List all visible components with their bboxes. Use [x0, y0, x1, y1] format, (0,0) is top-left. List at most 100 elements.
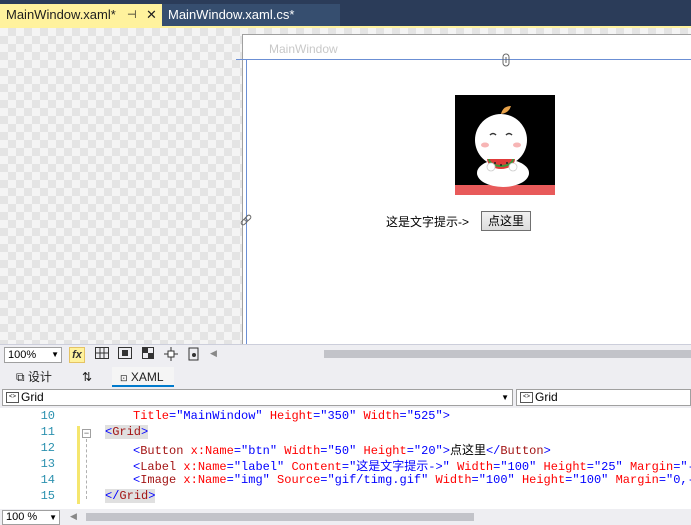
code-line[interactable]: <Label x:Name="label" Content="这是文字提示->"… — [133, 457, 691, 474]
code-token: = — [658, 473, 667, 487]
element-icon: <> — [520, 392, 533, 403]
code-token: Label — [140, 460, 177, 474]
code-token: Grid — [112, 425, 142, 439]
code-token: "100" — [478, 473, 515, 487]
code-token: Button — [140, 444, 184, 458]
code-token: = — [399, 409, 407, 423]
checker-background-icon[interactable] — [140, 347, 156, 363]
code-token: Title — [133, 409, 170, 423]
pin-icon[interactable]: ⊣ — [127, 4, 137, 26]
swap-panes-icon[interactable]: ⇅ — [82, 367, 92, 387]
scroll-left-icon[interactable]: ◀ — [210, 348, 217, 359]
code-token: = — [341, 460, 350, 474]
code-token: Height — [514, 473, 566, 487]
element-type-select[interactable]: <> Grid ▼ — [2, 389, 513, 406]
snap-lines-icon[interactable] — [163, 347, 179, 363]
code-token: "label" — [233, 460, 285, 474]
change-indicator-bar — [77, 426, 80, 504]
code-token: Width — [356, 409, 400, 423]
code-token: Source — [269, 473, 321, 487]
tab-mainwindow-xaml[interactable]: MainWindow.xaml* ⊣ ✕ — [0, 4, 162, 26]
line-number: 10 — [40, 409, 55, 423]
window-title: MainWindow — [269, 42, 338, 56]
grid-guide-horizontal — [236, 59, 691, 60]
image-control[interactable] — [455, 95, 555, 195]
code-token: Height — [356, 444, 407, 458]
code-token: Width — [428, 473, 472, 487]
line-number: 12 — [40, 441, 55, 455]
code-line[interactable]: <Grid> — [105, 425, 149, 439]
code-token: Content — [284, 460, 342, 474]
snap-grid-icon[interactable] — [117, 347, 133, 363]
button-control[interactable]: 点这里 — [481, 211, 531, 231]
code-token: Margin — [608, 473, 659, 487]
code-token: "gif/timg.gif" — [327, 473, 429, 487]
element-member-select[interactable]: <> Grid — [516, 389, 691, 406]
view-tab-bar — [0, 366, 691, 389]
code-token: "img" — [233, 473, 270, 487]
cartoon-character-image — [455, 95, 555, 195]
xaml-icon: ⊡ — [120, 373, 128, 383]
editor-zoom-value: 100 % — [6, 511, 38, 523]
code-token: > — [442, 444, 450, 458]
collapse-icon[interactable]: − — [82, 429, 91, 438]
code-token: Height — [262, 409, 314, 423]
code-token: "50" — [327, 444, 357, 458]
zoom-value: 100% — [8, 349, 37, 361]
project-code-icon[interactable] — [186, 347, 202, 363]
editor-horizontal-scrollbar[interactable] — [86, 513, 474, 521]
design-icon: ⧉ — [16, 370, 25, 384]
code-line[interactable]: <Button x:Name="btn" Width="50" Height="… — [133, 441, 551, 458]
code-token: = — [406, 444, 414, 458]
code-token: = — [471, 473, 479, 487]
code-token: "20" — [413, 444, 443, 458]
code-token: > — [148, 489, 156, 503]
code-line[interactable]: Title="MainWindow" Height="350" Width="5… — [133, 409, 450, 423]
code-token: "100" — [572, 473, 609, 487]
code-token: 点这里 — [449, 444, 486, 458]
code-token: Margin — [622, 460, 674, 474]
element-icon: <> — [6, 392, 19, 403]
line-number: 14 — [40, 473, 55, 487]
code-token: "这是文字提示->" — [349, 460, 450, 474]
code-token: = — [226, 460, 234, 474]
line-number: 15 — [40, 489, 55, 503]
element-member-value: Grid — [535, 390, 558, 404]
grid-icon[interactable] — [94, 347, 110, 363]
tab-label: MainWindow.xaml* — [6, 7, 116, 22]
code-token: </ — [485, 444, 501, 458]
tab-xaml[interactable]: ⊡ XAML — [112, 367, 174, 387]
editor-zoom-select[interactable]: 100 % ▼ — [2, 510, 60, 525]
grid-guide-vertical — [246, 59, 247, 344]
code-token: Grid — [119, 489, 149, 503]
tab-mainwindow-xaml-cs[interactable]: MainWindow.xaml.cs* — [162, 4, 340, 26]
code-token: > — [141, 425, 149, 439]
code-token: = — [586, 460, 594, 474]
code-token: "25" — [593, 460, 623, 474]
label-control[interactable]: 这是文字提示-> — [386, 213, 469, 230]
left-anchor-icon[interactable] — [239, 213, 253, 227]
fx-button[interactable]: fx — [69, 347, 85, 363]
scroll-left-icon[interactable]: ◀ — [70, 511, 77, 522]
code-token: Width — [449, 460, 494, 474]
code-token: = — [226, 473, 234, 487]
fold-guide — [86, 439, 87, 499]
code-token: </ — [105, 489, 120, 503]
tab-label: MainWindow.xaml.cs* — [168, 7, 295, 22]
close-icon[interactable]: ✕ — [146, 4, 157, 26]
code-token: > — [543, 444, 551, 458]
line-number: 13 — [40, 457, 55, 471]
tab-design[interactable]: ⧉ 设计 — [16, 367, 52, 387]
code-token: Height — [536, 460, 587, 474]
code-token: "0,-15 — [666, 473, 691, 487]
code-line[interactable]: <Image x:Name="img" Source="gif/timg.gif… — [133, 473, 691, 487]
top-anchor-icon[interactable] — [502, 53, 510, 67]
element-type-value: Grid — [21, 390, 44, 404]
code-token: x:Name — [176, 473, 227, 487]
chevron-down-icon: ▼ — [49, 513, 57, 522]
designer-horizontal-scrollbar[interactable] — [324, 350, 691, 358]
code-line[interactable]: </Grid> — [105, 489, 156, 503]
zoom-select[interactable]: 100% ▼ — [4, 347, 62, 363]
code-token: x:Name — [183, 444, 234, 458]
code-token: "btn" — [241, 444, 278, 458]
